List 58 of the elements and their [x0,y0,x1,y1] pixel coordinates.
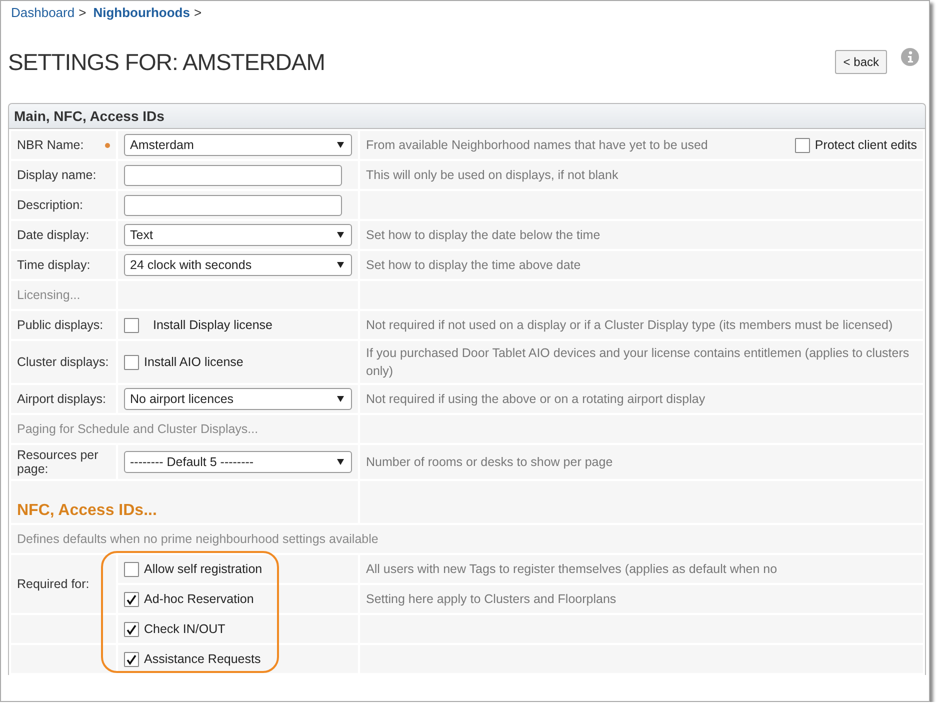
hint-text: Not required if using the above or on a rotating airport display [366,392,706,406]
select-field[interactable]: -------- Default 5 -------- [124,451,352,473]
checkbox-label: Allow self registration [144,562,262,576]
hint-text: Set how to display the time above date [366,258,581,272]
checkbox[interactable] [794,138,810,152]
field-label: Time display: [17,258,90,272]
checkbox-label: Protect client edits [814,138,917,152]
field-label: Airport displays: [17,392,106,406]
field-label: Display name: [17,168,96,182]
field-label: Required for: [17,577,90,591]
field-label: NBR Name: [17,138,84,152]
breadcrumb-link[interactable]: Nighbourhoods [93,5,190,20]
checkbox[interactable] [124,318,139,332]
hint-text: Number of rooms or desks to show per page [366,455,613,469]
field-label: Description: [17,198,83,212]
checkbox[interactable] [124,354,139,370]
back-button[interactable]: < back [835,50,887,74]
select-field[interactable]: Text [124,224,352,246]
field-label: Resources per page: [17,448,98,476]
select-field[interactable]: No airport licences [124,388,352,410]
checkbox-label: Assistance Requests [144,652,261,666]
hint-text: Setting here apply to Clusters and Floorplans [366,592,616,606]
input-field[interactable] [124,164,342,186]
select-field[interactable]: Amsterdam [124,134,352,156]
checkbox[interactable] [124,562,139,576]
caret-icon [337,458,344,466]
page-title: SETTINGS FOR: AMSTERDAM [8,48,326,76]
section-heading: NFC, Access IDs... [17,502,157,519]
checkbox-label: Check IN/OUT [144,622,226,636]
caret-icon [337,261,344,269]
caret-icon [337,231,344,239]
hint-text: Not required if not used on a display or if a Cluster Display type (its members must be licensed) [366,318,893,332]
section-label: Licensing... [17,288,80,302]
hint-text: All users with new Tags to register themselves (applies as default when no [366,562,778,576]
select-field[interactable]: 24 clock with seconds [124,254,352,276]
field-label: Date display: [17,228,90,242]
caret-icon [337,141,344,149]
checkbox[interactable] [124,622,139,636]
field-label: Cluster displays: [17,355,109,369]
breadcrumb-link[interactable]: Dashboard [11,5,75,20]
checkbox-label: Install AIO license [144,355,244,369]
breadcrumb-separator: > [194,5,202,20]
panel-title: Main, NFC, Access IDs [14,108,164,124]
checkbox[interactable] [124,592,139,606]
field-label: Public displays: [17,318,104,332]
info-icon[interactable] [901,48,919,66]
section-label: Paging for Schedule and Cluster Displays... [17,422,258,436]
hint-text: Set how to display the date below the time [366,228,600,242]
hint-text: From available Neighborhood names that have yet to be used [366,137,708,154]
checkbox-label: Install Display license [153,318,272,332]
hint-text: This will only be used on displays, if not blank [366,168,618,182]
caret-icon [337,395,344,403]
checkbox-label: Ad-hoc Reservation [144,592,254,606]
checkbox[interactable] [124,652,139,666]
hint-text: If you purchased Door Tablet AIO devices and your license contains entitlemen (applies to clusters only) [366,346,910,378]
breadcrumb-separator: > [78,5,86,20]
input-field[interactable] [124,194,342,216]
section-description: Defines defaults when no prime neighbourhood settings available [17,532,378,546]
